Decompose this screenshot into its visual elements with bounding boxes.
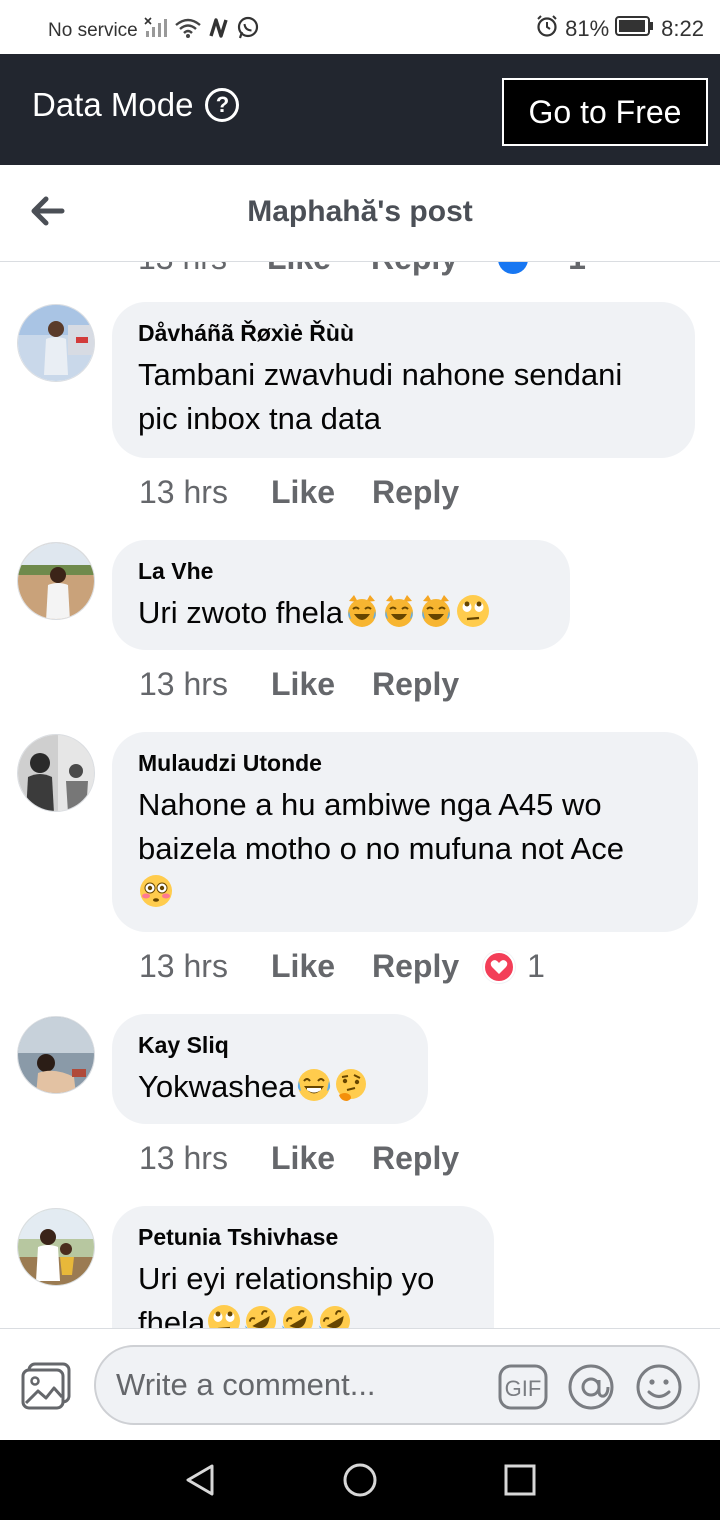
go-to-free-button[interactable]: Go to Free xyxy=(502,78,708,146)
eye-roll-emoji xyxy=(206,1303,242,1328)
comment-text-line: Yokwashea xyxy=(138,1065,402,1109)
comment-text: Tambani zwavhudi nahone sendani pic inbo… xyxy=(138,357,623,436)
comment-author[interactable]: Dåvháñã Řøxìė Řùù xyxy=(138,320,669,347)
avatar[interactable] xyxy=(17,1016,95,1094)
laughing-cat-emoji xyxy=(381,593,417,629)
alarm-icon xyxy=(535,14,559,44)
signal-off-icon xyxy=(144,17,168,45)
status-right: 81% 8:22 xyxy=(535,14,704,44)
comment-input[interactable] xyxy=(116,1361,486,1409)
nfc-icon xyxy=(208,17,230,45)
comment-text: Uri zwoto fhela xyxy=(138,595,344,630)
post-title: Maphahă's post xyxy=(247,195,473,228)
battery-icon xyxy=(615,15,655,43)
flushed-emoji xyxy=(138,873,174,909)
reaction-count: 1 xyxy=(527,948,545,984)
comment-author[interactable]: Kay Sliq xyxy=(138,1032,402,1059)
comment-text: Yokwashea xyxy=(138,1069,296,1104)
reply-button[interactable]: Reply xyxy=(372,948,459,985)
wifi-icon xyxy=(174,17,202,45)
comment-actions: 13 hrs Like Reply xyxy=(139,474,459,511)
status-bar: No service 81% 8:22 xyxy=(0,0,720,54)
data-mode-title: Data Mode ? xyxy=(32,86,240,124)
comment-text: Nahone a hu ambiwe nga A45 wo baizela mo… xyxy=(138,787,624,866)
comment-author[interactable]: Petunia Tshivhase xyxy=(138,1224,468,1251)
comment-text-line: Uri eyi relationship yo fhela xyxy=(138,1257,468,1328)
comment-time: 13 hrs xyxy=(138,262,227,277)
comment-time: 13 hrs xyxy=(139,474,228,510)
avatar[interactable] xyxy=(17,1208,95,1286)
peek-action-row: 13 hrs Like Reply 1 xyxy=(138,262,586,277)
comment-actions: 13 hrs Like Reply xyxy=(139,1140,459,1177)
comment-time: 13 hrs xyxy=(139,948,228,984)
avatar[interactable] xyxy=(17,734,95,812)
laughing-cat-emoji xyxy=(344,593,380,629)
comment-actions: 13 hrs Like Reply 1 xyxy=(139,948,545,985)
mention-icon[interactable] xyxy=(566,1363,616,1411)
battery-percent: 81% xyxy=(565,16,610,41)
comment-time: 13 hrs xyxy=(139,1140,228,1176)
comment-emoji-line xyxy=(138,871,672,915)
heart-reaction-icon xyxy=(483,950,516,983)
nav-recents-icon[interactable] xyxy=(502,1462,538,1498)
like-button[interactable]: Like xyxy=(267,262,331,277)
like-button[interactable]: Like xyxy=(271,948,372,985)
clock: 8:22 xyxy=(661,16,704,41)
comment-list[interactable]: 13 hrs Like Reply 1 Dåvháñã Řøxìė Řùù Ta… xyxy=(0,262,720,1328)
reply-button[interactable]: Reply xyxy=(372,666,459,703)
nav-home-icon[interactable] xyxy=(342,1462,378,1498)
comment-bubble[interactable]: Petunia Tshivhase Uri eyi relationship y… xyxy=(112,1206,494,1328)
reply-button[interactable]: Reply xyxy=(372,474,459,511)
post-header: Maphahă's post xyxy=(0,165,720,262)
like-reaction-icon xyxy=(498,262,529,274)
comment-composer: GIF xyxy=(0,1328,720,1440)
data-mode-label: Data Mode xyxy=(32,86,194,123)
rofl-emoji xyxy=(280,1303,316,1328)
comment-bubble[interactable]: Kay Sliq Yokwashea xyxy=(112,1014,428,1124)
laughing-cat-emoji xyxy=(418,593,454,629)
gif-icon[interactable]: GIF xyxy=(498,1363,548,1411)
comment-author[interactable]: La Vhe xyxy=(138,558,544,585)
avatar[interactable] xyxy=(17,542,95,620)
comment-text-line: Uri zwoto fhela xyxy=(138,591,544,635)
rofl-emoji xyxy=(243,1303,279,1328)
comment-bubble[interactable]: Dåvháñã Řøxìė Řùù Tambani zwavhudi nahon… xyxy=(112,302,695,458)
gif-label: GIF xyxy=(505,1376,542,1401)
comment-time: 13 hrs xyxy=(139,666,228,702)
like-button[interactable]: Like xyxy=(271,1140,372,1177)
whatsapp-icon xyxy=(236,16,260,46)
like-button[interactable]: Like xyxy=(271,666,372,703)
comment-bubble[interactable]: La Vhe Uri zwoto fhela xyxy=(112,540,570,650)
reply-button[interactable]: Reply xyxy=(372,1140,459,1177)
reaction-count: 1 xyxy=(568,262,586,277)
emoji-icon[interactable] xyxy=(634,1363,684,1411)
tears-of-joy-emoji xyxy=(296,1067,332,1103)
data-mode-banner: Data Mode ? Go to Free xyxy=(0,54,720,165)
eye-roll-emoji xyxy=(455,593,491,629)
system-nav-bar xyxy=(0,1440,720,1520)
comment-author[interactable]: Mulaudzi Utonde xyxy=(138,750,672,777)
nav-back-icon[interactable] xyxy=(182,1462,218,1498)
avatar[interactable] xyxy=(17,304,95,382)
reply-button[interactable]: Reply xyxy=(371,262,458,277)
comment-box[interactable]: GIF xyxy=(94,1345,700,1425)
help-icon[interactable]: ? xyxy=(205,88,240,122)
reaction-summary[interactable]: 1 xyxy=(483,948,545,985)
photo-icon[interactable] xyxy=(20,1361,72,1411)
rofl-emoji xyxy=(317,1303,353,1328)
comment-actions: 13 hrs Like Reply xyxy=(139,666,459,703)
carrier-text: No service xyxy=(48,20,138,41)
comment-bubble[interactable]: Mulaudzi Utonde Nahone a hu ambiwe nga A… xyxy=(112,732,698,932)
status-left: No service xyxy=(48,16,260,46)
like-button[interactable]: Like xyxy=(271,474,372,511)
thinking-emoji xyxy=(333,1067,369,1103)
